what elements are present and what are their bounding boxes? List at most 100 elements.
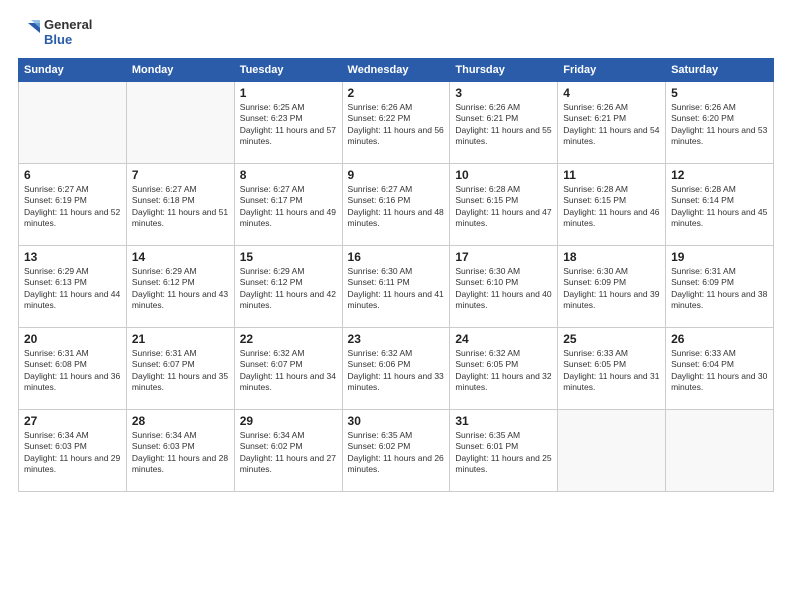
day-detail: Sunrise: 6:32 AMSunset: 6:07 PMDaylight:… <box>240 348 337 394</box>
day-detail: Sunrise: 6:30 AMSunset: 6:11 PMDaylight:… <box>348 266 445 312</box>
logo-text: General Blue <box>44 18 92 48</box>
calendar-cell: 22 Sunrise: 6:32 AMSunset: 6:07 PMDayligh… <box>234 327 342 409</box>
day-number: 26 <box>671 332 768 346</box>
calendar-cell: 19Sunrise: 6:31 AMSunset: 6:09 PMDayligh… <box>666 245 774 327</box>
day-number: 11 <box>563 168 660 182</box>
calendar-cell: 13 Sunrise: 6:29 AMSunset: 6:13 PMDayligh… <box>19 245 127 327</box>
day-number: 29 <box>240 414 337 428</box>
calendar-week-row: 20 Sunrise: 6:31 AMSunset: 6:08 PMDayligh… <box>19 327 774 409</box>
day-number: 22 <box>240 332 337 346</box>
calendar-cell: 1 Sunrise: 6:25 AMSunset: 6:23 PMDaylight… <box>234 81 342 163</box>
calendar-cell: 24 Sunrise: 6:32 AMSunset: 6:05 PMDayligh… <box>450 327 558 409</box>
day-detail: Sunrise: 6:35 AMSunset: 6:01 PMDaylight:… <box>455 430 552 476</box>
calendar-cell: 26 Sunrise: 6:33 AMSunset: 6:04 PMDayligh… <box>666 327 774 409</box>
logo-bird-icon <box>18 19 40 47</box>
calendar-cell: 10 Sunrise: 6:28 AMSunset: 6:15 PMDayligh… <box>450 163 558 245</box>
day-number: 6 <box>24 168 121 182</box>
day-detail: Sunrise: 6:32 AMSunset: 6:06 PMDaylight:… <box>348 348 445 394</box>
day-number: 20 <box>24 332 121 346</box>
calendar-cell: 17 Sunrise: 6:30 AMSunset: 6:10 PMDayligh… <box>450 245 558 327</box>
day-number: 17 <box>455 250 552 264</box>
day-detail: Sunrise: 6:25 AMSunset: 6:23 PMDaylight:… <box>240 102 337 148</box>
calendar-cell: 31Sunrise: 6:35 AMSunset: 6:01 PMDayligh… <box>450 409 558 491</box>
calendar-cell: 25 Sunrise: 6:33 AMSunset: 6:05 PMDayligh… <box>558 327 666 409</box>
day-detail: Sunrise: 6:27 AMSunset: 6:18 PMDaylight:… <box>132 184 229 230</box>
day-number: 13 <box>24 250 121 264</box>
calendar-week-row: 6Sunrise: 6:27 AMSunset: 6:19 PMDaylight… <box>19 163 774 245</box>
day-number: 28 <box>132 414 229 428</box>
day-detail: Sunrise: 6:27 AMSunset: 6:16 PMDaylight:… <box>348 184 445 230</box>
calendar-cell: 15Sunrise: 6:29 AMSunset: 6:12 PMDayligh… <box>234 245 342 327</box>
weekday-header: Saturday <box>666 58 774 81</box>
calendar-cell: 11 Sunrise: 6:28 AMSunset: 6:15 PMDayligh… <box>558 163 666 245</box>
calendar-cell <box>19 81 127 163</box>
day-detail: Sunrise: 6:26 AMSunset: 6:20 PMDaylight:… <box>671 102 768 148</box>
day-number: 7 <box>132 168 229 182</box>
calendar-cell: 3Sunrise: 6:26 AMSunset: 6:21 PMDaylight… <box>450 81 558 163</box>
calendar-cell: 6Sunrise: 6:27 AMSunset: 6:19 PMDaylight… <box>19 163 127 245</box>
day-number: 10 <box>455 168 552 182</box>
calendar-cell: 12Sunrise: 6:28 AMSunset: 6:14 PMDayligh… <box>666 163 774 245</box>
logo-container: General Blue <box>18 18 92 48</box>
day-detail: Sunrise: 6:32 AMSunset: 6:05 PMDaylight:… <box>455 348 552 394</box>
calendar-cell <box>558 409 666 491</box>
calendar-cell: 23Sunrise: 6:32 AMSunset: 6:06 PMDayligh… <box>342 327 450 409</box>
calendar-cell: 14 Sunrise: 6:29 AMSunset: 6:12 PMDayligh… <box>126 245 234 327</box>
calendar-week-row: 1 Sunrise: 6:25 AMSunset: 6:23 PMDaylight… <box>19 81 774 163</box>
day-detail: Sunrise: 6:34 AMSunset: 6:03 PMDaylight:… <box>132 430 229 476</box>
logo-general: General <box>44 18 92 33</box>
day-detail: Sunrise: 6:30 AMSunset: 6:10 PMDaylight:… <box>455 266 552 312</box>
calendar-cell: 7 Sunrise: 6:27 AMSunset: 6:18 PMDaylight… <box>126 163 234 245</box>
calendar-cell: 21 Sunrise: 6:31 AMSunset: 6:07 PMDayligh… <box>126 327 234 409</box>
day-detail: Sunrise: 6:26 AMSunset: 6:22 PMDaylight:… <box>348 102 445 148</box>
calendar-cell <box>126 81 234 163</box>
day-number: 27 <box>24 414 121 428</box>
calendar-cell: 16Sunrise: 6:30 AMSunset: 6:11 PMDayligh… <box>342 245 450 327</box>
calendar-cell: 20 Sunrise: 6:31 AMSunset: 6:08 PMDayligh… <box>19 327 127 409</box>
calendar-cell: 4 Sunrise: 6:26 AMSunset: 6:21 PMDaylight… <box>558 81 666 163</box>
day-detail: Sunrise: 6:29 AMSunset: 6:12 PMDaylight:… <box>240 266 337 312</box>
day-detail: Sunrise: 6:28 AMSunset: 6:15 PMDaylight:… <box>563 184 660 230</box>
day-detail: Sunrise: 6:31 AMSunset: 6:08 PMDaylight:… <box>24 348 121 394</box>
day-number: 8 <box>240 168 337 182</box>
day-number: 2 <box>348 86 445 100</box>
weekday-header: Tuesday <box>234 58 342 81</box>
weekday-header-row: SundayMondayTuesdayWednesdayThursdayFrid… <box>19 58 774 81</box>
weekday-header: Friday <box>558 58 666 81</box>
logo-blue: Blue <box>44 33 92 48</box>
day-detail: Sunrise: 6:28 AMSunset: 6:15 PMDaylight:… <box>455 184 552 230</box>
day-detail: Sunrise: 6:26 AMSunset: 6:21 PMDaylight:… <box>563 102 660 148</box>
day-number: 5 <box>671 86 768 100</box>
day-number: 4 <box>563 86 660 100</box>
day-detail: Sunrise: 6:29 AMSunset: 6:13 PMDaylight:… <box>24 266 121 312</box>
day-number: 24 <box>455 332 552 346</box>
day-number: 1 <box>240 86 337 100</box>
calendar-cell: 28 Sunrise: 6:34 AMSunset: 6:03 PMDayligh… <box>126 409 234 491</box>
day-number: 18 <box>563 250 660 264</box>
day-number: 3 <box>455 86 552 100</box>
day-detail: Sunrise: 6:30 AMSunset: 6:09 PMDaylight:… <box>563 266 660 312</box>
calendar-table: SundayMondayTuesdayWednesdayThursdayFrid… <box>18 58 774 492</box>
weekday-header: Thursday <box>450 58 558 81</box>
weekday-header: Sunday <box>19 58 127 81</box>
calendar-cell: 9 Sunrise: 6:27 AMSunset: 6:16 PMDaylight… <box>342 163 450 245</box>
calendar-week-row: 27 Sunrise: 6:34 AMSunset: 6:03 PMDayligh… <box>19 409 774 491</box>
day-number: 14 <box>132 250 229 264</box>
day-detail: Sunrise: 6:31 AMSunset: 6:07 PMDaylight:… <box>132 348 229 394</box>
day-number: 21 <box>132 332 229 346</box>
logo: General Blue <box>18 18 92 48</box>
day-number: 9 <box>348 168 445 182</box>
day-detail: Sunrise: 6:33 AMSunset: 6:05 PMDaylight:… <box>563 348 660 394</box>
calendar-cell: 2 Sunrise: 6:26 AMSunset: 6:22 PMDaylight… <box>342 81 450 163</box>
day-detail: Sunrise: 6:34 AMSunset: 6:03 PMDaylight:… <box>24 430 121 476</box>
day-detail: Sunrise: 6:29 AMSunset: 6:12 PMDaylight:… <box>132 266 229 312</box>
header: General Blue <box>18 18 774 48</box>
day-number: 12 <box>671 168 768 182</box>
day-number: 25 <box>563 332 660 346</box>
calendar-cell: 18 Sunrise: 6:30 AMSunset: 6:09 PMDayligh… <box>558 245 666 327</box>
calendar-cell: 5 Sunrise: 6:26 AMSunset: 6:20 PMDaylight… <box>666 81 774 163</box>
calendar-cell: 27 Sunrise: 6:34 AMSunset: 6:03 PMDayligh… <box>19 409 127 491</box>
day-detail: Sunrise: 6:35 AMSunset: 6:02 PMDaylight:… <box>348 430 445 476</box>
day-detail: Sunrise: 6:27 AMSunset: 6:17 PMDaylight:… <box>240 184 337 230</box>
day-detail: Sunrise: 6:33 AMSunset: 6:04 PMDaylight:… <box>671 348 768 394</box>
